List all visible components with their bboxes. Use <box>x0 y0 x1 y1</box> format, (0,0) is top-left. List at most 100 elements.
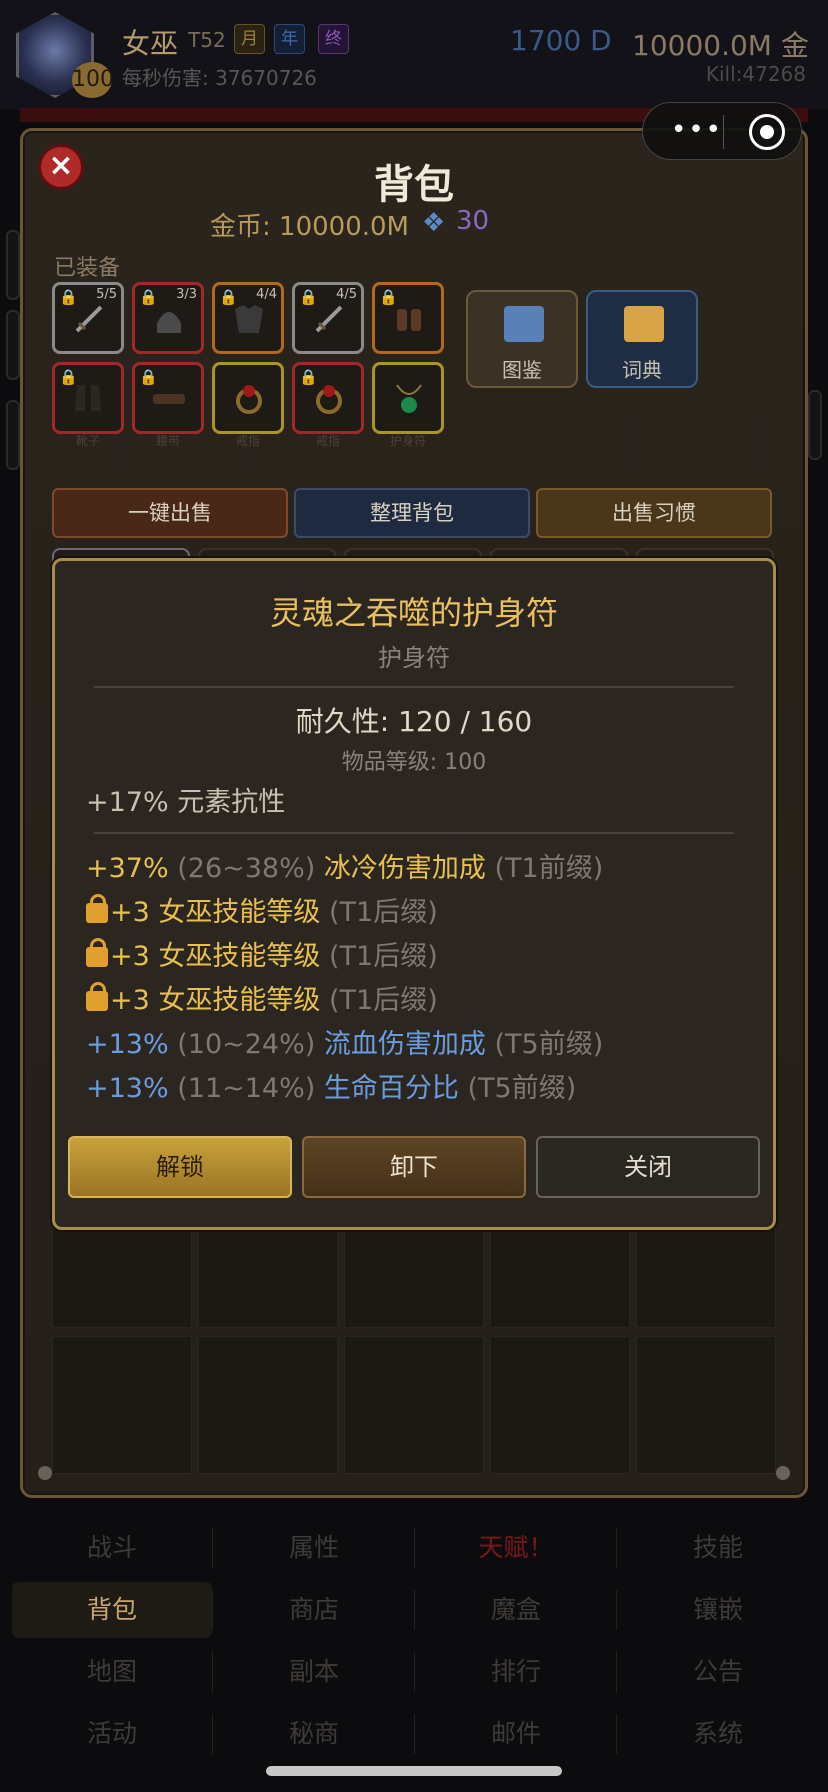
equip-slot-ring-1[interactable]: 戒指 <box>212 362 284 448</box>
dictionary-button[interactable]: 词典 <box>586 290 698 388</box>
affix-stat: 冰冷伤害加成 <box>323 853 486 884</box>
nav-mail[interactable]: 邮件 <box>416 1706 616 1762</box>
affix-stat: 流血伤害加成 <box>323 1029 486 1060</box>
item-durability: 耐久性: 120 / 160 <box>295 705 533 738</box>
exit-target-icon[interactable] <box>749 114 785 150</box>
atlas-button[interactable]: 图鉴 <box>466 290 578 388</box>
nav-divider <box>212 1714 213 1754</box>
nav-divider <box>414 1528 415 1568</box>
bag-cell[interactable] <box>52 1336 192 1474</box>
diamond-balance: 1700 D <box>510 24 612 57</box>
armor-icon <box>235 305 263 333</box>
sort-bag-button[interactable]: 整理背包 <box>294 488 530 538</box>
nav-events[interactable]: 活动 <box>12 1706 212 1762</box>
amulet-icon <box>396 384 422 413</box>
affix-range: (10~24%) <box>177 1029 316 1060</box>
implicit-modifier: +17% 元素抗性 <box>86 787 286 818</box>
close-tooltip-button[interactable]: 关闭 <box>536 1136 760 1198</box>
monthly-pass-badge: 月 <box>234 24 265 54</box>
divider <box>94 686 734 688</box>
bag-cell[interactable] <box>490 1336 630 1474</box>
nav-talents[interactable]: 天赋！ <box>416 1520 616 1576</box>
equip-slot-armor[interactable]: 🔒 4/4 <box>212 282 284 354</box>
slot-caption: 戒指 <box>235 434 260 448</box>
home-indicator[interactable] <box>266 1766 562 1776</box>
nav-divider <box>212 1652 213 1692</box>
more-icon[interactable]: ••• <box>671 115 723 145</box>
item-level: 物品等级: 100 <box>341 750 487 775</box>
dictionary-label: 词典 <box>622 358 662 382</box>
nav-secret-merchant[interactable]: 秘商 <box>214 1706 414 1762</box>
nav-bag[interactable]: 背包 <box>12 1582 212 1638</box>
background-tile <box>6 400 20 470</box>
affix-tier: (T1后缀) <box>329 941 438 972</box>
nav-system[interactable]: 系统 <box>618 1706 818 1762</box>
nav-attributes[interactable]: 属性 <box>214 1520 414 1576</box>
affix-value: +3 <box>110 985 150 1016</box>
ring-icon <box>236 385 262 414</box>
level-badge: 100 <box>72 62 114 98</box>
miniprogram-capsule: ••• <box>642 102 802 160</box>
quick-sell-button[interactable]: 一键出售 <box>52 488 288 538</box>
equip-slot-ring-2[interactable]: 🔒 戒指 <box>292 362 364 448</box>
nav-skills[interactable]: 技能 <box>618 1520 818 1576</box>
sell-preferences-button[interactable]: 出售习惯 <box>536 488 772 538</box>
character-name: 女巫 <box>122 27 179 60</box>
slot-count: 4/4 <box>256 287 277 302</box>
nav-socket[interactable]: 镶嵌 <box>618 1582 818 1638</box>
character-header: 100 女巫 T52 月 年 终 每秒伤害: 37670726 1700 D 1… <box>0 0 828 110</box>
bag-cell[interactable] <box>344 1336 484 1474</box>
tier-label: T52 <box>188 28 226 52</box>
affix-row: +13% (11~14%) 生命百分比 (T5前缀) <box>86 1066 576 1105</box>
boots-icon <box>75 385 101 411</box>
lock-icon[interactable] <box>86 894 108 923</box>
equip-slot-amulet[interactable]: 护身符 <box>372 362 444 448</box>
divider <box>94 832 734 834</box>
scroll-icon <box>624 306 664 342</box>
nav-battle[interactable]: 战斗 <box>12 1520 212 1576</box>
nav-ranking[interactable]: 排行 <box>416 1644 616 1700</box>
affix-value: +3 <box>110 897 150 928</box>
bottom-navigation: 战斗 属性 天赋！ 技能 背包 商店 魔盒 镶嵌 地图 副本 排行 公告 活动 … <box>0 1520 828 1792</box>
slot-caption: 腰带 <box>155 434 180 448</box>
atlas-label: 图鉴 <box>502 358 542 382</box>
nav-announcement[interactable]: 公告 <box>618 1644 818 1700</box>
equipped-section-label: 已装备 <box>54 256 121 281</box>
slot-count: 5/5 <box>96 287 117 302</box>
bag-cell[interactable] <box>636 1336 776 1474</box>
nav-map[interactable]: 地图 <box>12 1644 212 1700</box>
background-tile <box>6 230 20 300</box>
affix-tier: (T1前缀) <box>494 853 604 884</box>
equip-slot-belt[interactable]: 🔒 腰带 <box>132 362 204 448</box>
lifetime-pass-badge: 终 <box>318 24 349 54</box>
affix-value: +37% <box>86 853 169 884</box>
gold-balance: 10000.0M 金 <box>632 29 809 62</box>
equip-slot-gloves[interactable]: 🔒 <box>372 282 444 354</box>
equip-slot-helmet[interactable]: 🔒 3/3 <box>132 282 204 354</box>
nav-dungeon[interactable]: 副本 <box>214 1644 414 1700</box>
unequip-button[interactable]: 卸下 <box>302 1136 526 1198</box>
nav-divider <box>212 1528 213 1568</box>
nav-divider <box>616 1714 617 1754</box>
affix-stat: 女巫技能等级 <box>158 985 321 1016</box>
nav-magic-box[interactable]: 魔盒 <box>416 1582 616 1638</box>
slot-caption: 护身符 <box>389 434 426 448</box>
capsule-divider <box>723 115 724 149</box>
equip-slot-boots[interactable]: 🔒 靴子 <box>52 362 124 448</box>
affix-value: +13% <box>86 1029 169 1060</box>
affix-value: +3 <box>110 941 150 972</box>
nav-shop[interactable]: 商店 <box>214 1582 414 1638</box>
equip-slot-weapon[interactable]: 🔒 5/5 <box>52 282 124 354</box>
equip-slot-offhand[interactable]: 🔒 4/5 <box>292 282 364 354</box>
item-type: 护身符 <box>378 644 450 672</box>
bag-cell[interactable] <box>198 1336 338 1474</box>
affix-range: (11~14%) <box>177 1073 316 1104</box>
sword-icon <box>75 305 103 333</box>
corner-rivet <box>776 1466 790 1480</box>
lock-icon[interactable] <box>86 938 108 967</box>
kill-counter: Kill:47268 <box>705 62 806 86</box>
unlock-button[interactable]: 解锁 <box>68 1136 292 1198</box>
affix-tier: (T5前缀) <box>494 1029 604 1060</box>
lock-icon[interactable] <box>86 982 108 1011</box>
gloves-icon <box>397 309 421 331</box>
